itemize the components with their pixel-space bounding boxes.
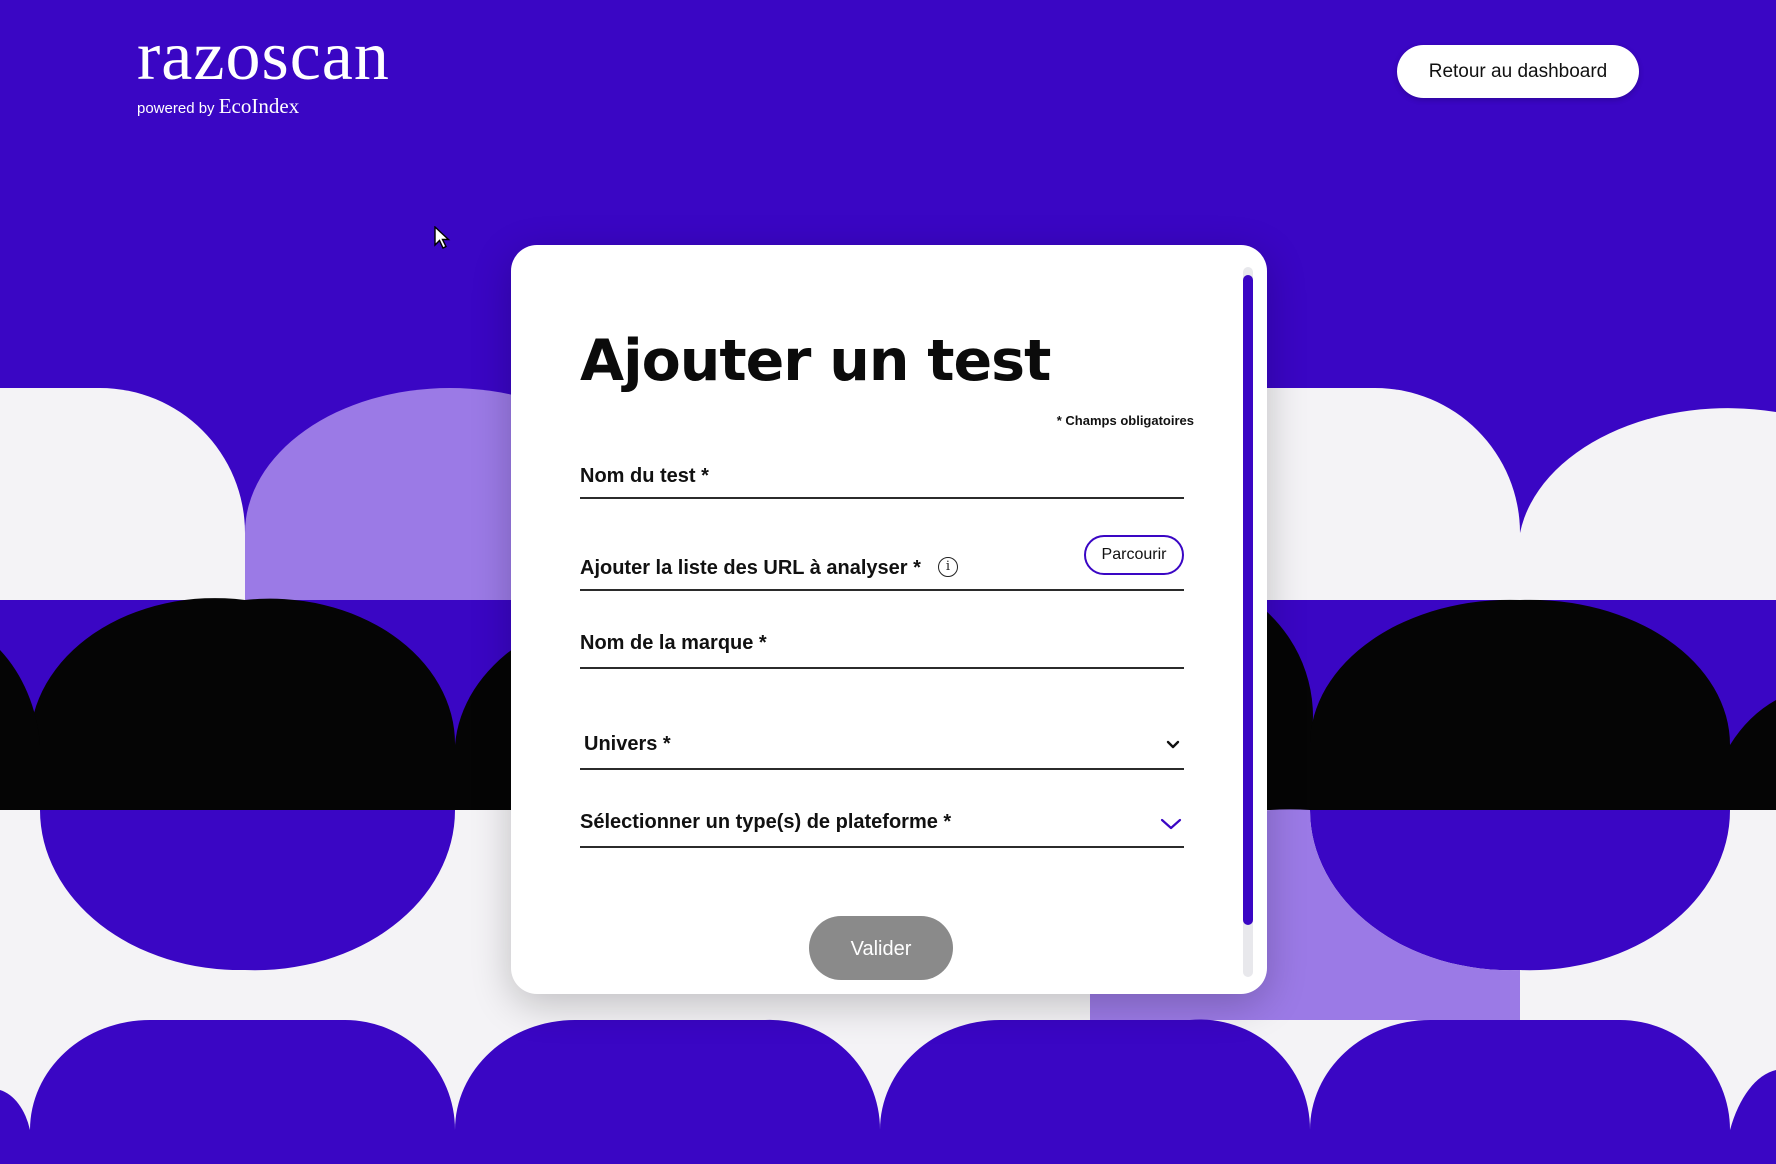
form-scrollbar[interactable] — [1243, 267, 1253, 977]
chevron-down-icon — [1166, 740, 1180, 749]
logo-powered-by: powered by — [137, 100, 215, 117]
back-to-dashboard-button[interactable]: Retour au dashboard — [1397, 45, 1639, 98]
logo-wordmark: razoscan — [137, 18, 390, 95]
required-fields-note: * Champs obligatoires — [1056, 413, 1194, 428]
brand-name-label: Nom de la marque * — [580, 632, 767, 654]
info-icon[interactable]: i — [938, 557, 958, 577]
logo-tagline: powered by EcoIndex — [137, 94, 390, 119]
brand-name-field[interactable]: Nom de la marque * — [580, 615, 1184, 669]
platform-type-label: Sélectionner un type(s) de plateforme * — [580, 811, 952, 833]
add-test-form-card: Ajouter un test * Champs obligatoires No… — [511, 245, 1267, 994]
chevron-down-icon — [1160, 818, 1182, 830]
mouse-pointer-icon — [434, 226, 451, 249]
test-name-label: Nom du test * — [580, 465, 709, 487]
form-title: Ajouter un test — [580, 328, 1051, 394]
logo-ecoindex: EcoIndex — [218, 94, 300, 118]
test-name-field[interactable]: Nom du test * — [580, 450, 1184, 499]
submit-button[interactable]: Valider — [809, 916, 953, 980]
universe-label: Univers * — [584, 733, 671, 755]
url-list-label: Ajouter la liste des URL à analyser * — [580, 557, 921, 579]
url-list-field[interactable]: Ajouter la liste des URL à analyser * i … — [580, 525, 1184, 591]
browse-button[interactable]: Parcourir — [1084, 535, 1184, 575]
razoscan-logo[interactable]: razoscan powered by EcoIndex — [137, 22, 390, 119]
platform-type-select[interactable]: Sélectionner un type(s) de plateforme * — [580, 793, 1184, 848]
universe-select[interactable]: Univers * — [580, 715, 1184, 770]
form-scrollbar-thumb[interactable] — [1243, 275, 1253, 925]
